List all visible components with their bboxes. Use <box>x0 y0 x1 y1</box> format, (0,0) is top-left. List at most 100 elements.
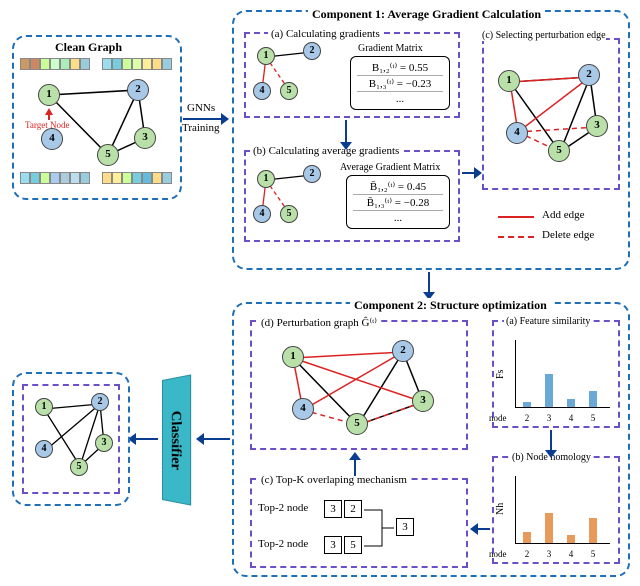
graph-node: 4 <box>35 440 53 458</box>
comp2-c-label: (c) Top-K overlaping mechanism <box>258 474 410 486</box>
grad-matrix-box: B₁,₂⁽ᵗ⁾ = 0.55 B₁,₃⁽ᵗ⁾ = −0.23 ... <box>350 56 450 110</box>
graph-node: 5 <box>97 144 119 166</box>
top2a-label: Top-2 node <box>258 502 308 514</box>
graph-node: 1 <box>282 346 304 368</box>
gnn-arrow-head <box>221 113 229 125</box>
chart-tick: 5 <box>588 549 598 559</box>
graph-node: 2 <box>578 64 600 86</box>
feature-bar <box>20 172 90 184</box>
chart-bar <box>567 535 575 543</box>
comp2-d-label: (d) Perturbation graph Ĝ⁽ᵗ⁾ <box>258 316 380 329</box>
gnn-arrow-line <box>183 118 223 120</box>
target-node-label: Target Node <box>25 120 69 130</box>
graph-node: 1 <box>257 170 275 188</box>
chart-bar <box>567 399 575 407</box>
graph-node: 2 <box>303 165 321 183</box>
legend-add-label: Add edge <box>542 209 584 221</box>
component2-title: Component 2: Structure optimization <box>350 298 551 313</box>
graph-node: 2 <box>303 42 321 60</box>
top2b-label: Top-2 node <box>258 538 308 550</box>
graph-node: 3 <box>586 115 608 137</box>
xlabel: node <box>489 549 507 559</box>
comp1-a-label: (a) Calculating gradients <box>268 28 383 40</box>
graph-node: 5 <box>346 413 368 435</box>
chart-bar <box>545 374 553 407</box>
grad-row: B₁,₃⁽ᵗ⁾ = −0.23 <box>357 76 443 92</box>
chart-tick: 2 <box>522 413 532 423</box>
comp1-c-label: (c) Selecting perturbation edge <box>482 30 606 41</box>
graph-node: 5 <box>548 140 570 162</box>
grad-row: B₁,₂⁽ᵗ⁾ = 0.55 <box>357 60 443 76</box>
graph-node: 5 <box>280 82 298 100</box>
arrow-ab <box>345 120 347 144</box>
graph-node: 4 <box>253 205 271 223</box>
chart-tick: 3 <box>544 549 554 559</box>
arrow-fs-to-c-head <box>470 523 478 535</box>
chart-bar <box>523 402 531 408</box>
arrow-ab-head <box>340 142 352 150</box>
avg-grad-title: Average Gradient Matrix <box>340 162 440 173</box>
ylabel: Nh <box>495 503 506 515</box>
graph-node: 1 <box>257 47 275 65</box>
grad-row: B̄₁,₂⁽ᵗ⁾ = 0.45 <box>353 179 443 195</box>
comp2-c-panel <box>250 478 468 568</box>
legend-del-label: Delete edge <box>542 229 594 241</box>
chart-bar <box>523 532 531 543</box>
feature-bar <box>102 58 172 70</box>
chart-tick: 4 <box>566 413 576 423</box>
component1-title: Component 1: Average Gradient Calculatio… <box>308 7 545 22</box>
comp1-b-label: (b) Calculating average gradients <box>250 145 402 157</box>
gnn-label-bot: Training <box>182 122 220 134</box>
arrow-bc-head <box>474 167 482 179</box>
arrow-c1c2 <box>428 272 430 294</box>
arrow-cd-head <box>349 452 361 460</box>
ylabel: Fs <box>495 370 506 379</box>
topk-cell: 3 <box>324 500 342 518</box>
arrow-c2-class-head <box>196 433 204 445</box>
chart-tick: 3 <box>544 413 554 423</box>
chart-tick: 4 <box>566 549 576 559</box>
grad-row: ... <box>357 92 443 106</box>
feature-bar <box>102 172 172 184</box>
graph-node: 1 <box>35 398 53 416</box>
legend-del-line <box>498 236 534 238</box>
grad-matrix-title: Gradient Matrix <box>358 43 423 54</box>
topk-cell: 2 <box>344 500 362 518</box>
grad-row: ... <box>353 211 443 225</box>
gnn-label-top: GNNs <box>187 102 215 114</box>
topk-cell: 5 <box>344 536 362 554</box>
graph-node: 4 <box>292 398 314 420</box>
graph-node: 1 <box>38 84 60 106</box>
graph-node: 5 <box>280 205 298 223</box>
graph-node: 3 <box>412 390 434 412</box>
node-homology-chart: Nh node 2345 <box>495 471 615 559</box>
graph-node: 4 <box>253 82 271 100</box>
graph-node: 2 <box>392 340 414 362</box>
graph-node: 2 <box>127 79 149 101</box>
chart-tick: 2 <box>522 549 532 559</box>
chart-bar <box>545 513 553 543</box>
graph-node: 3 <box>95 434 113 452</box>
feature-similarity-chart: Fs node 2345 <box>495 335 615 423</box>
feature-bar <box>20 58 90 70</box>
comp1-c-panel <box>482 38 620 190</box>
topk-a: 3 2 <box>324 500 362 518</box>
arrow-class-out <box>134 438 158 440</box>
clean-graph-title: Clean Graph <box>55 40 122 55</box>
chart-bar <box>589 518 597 543</box>
legend-add-line <box>498 216 534 218</box>
topk-out: 3 <box>396 518 414 536</box>
arrow-fs-to-c <box>476 528 490 530</box>
chart-bar <box>589 391 597 408</box>
graph-node: 3 <box>134 127 156 149</box>
grad-row: B̄₁,₃⁽ᵗ⁾ = −0.28 <box>353 195 443 211</box>
topk-b: 3 5 <box>324 536 362 554</box>
topk-cell: 3 <box>396 518 414 536</box>
topk-cell: 3 <box>324 536 342 554</box>
classifier-block: Classifier <box>162 374 191 505</box>
xlabel: node <box>489 413 507 423</box>
arrow-c2-class <box>202 438 230 440</box>
graph-node: 1 <box>498 70 520 92</box>
chart-tick: 5 <box>588 413 598 423</box>
avg-grad-box: B̄₁,₂⁽ᵗ⁾ = 0.45 B̄₁,₃⁽ᵗ⁾ = −0.28 ... <box>346 175 450 229</box>
